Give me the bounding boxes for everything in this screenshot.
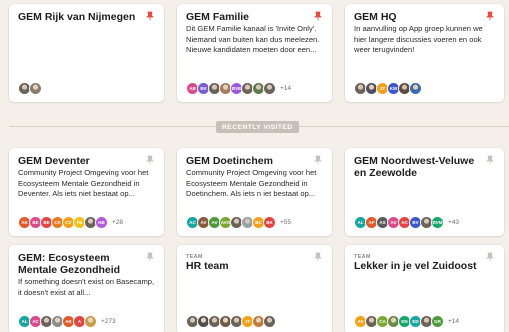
avatar-list: JT — [186, 315, 276, 328]
pin-icon[interactable] — [485, 252, 495, 262]
avatar-list: AC AV AV AVO BC BK +55 — [186, 216, 291, 229]
project-title: GEM Noordwest-Veluwe en Zeewolde — [354, 155, 475, 179]
project-description: Community Project Omgeving voor het Ecos… — [18, 168, 149, 198]
avatar[interactable]: GR — [431, 315, 444, 328]
project-title: GEM Rijk van Nijmegen — [18, 11, 136, 23]
pin-icon[interactable] — [313, 11, 323, 21]
avatar-list: AL AC AK A +273 — [18, 315, 116, 328]
pin-icon[interactable] — [145, 252, 155, 262]
project-title: GEM Familie — [186, 11, 250, 23]
avatar-list: AV CA EN ED GR +14 — [354, 315, 459, 328]
more-members-count[interactable]: +43 — [448, 219, 459, 226]
avatar-list — [18, 82, 42, 95]
avatar-list: AL AF AS AV AC BV BVM +43 — [354, 216, 459, 229]
project-title: HR team — [186, 260, 229, 272]
avatar[interactable] — [409, 82, 422, 95]
project-card-gem-ecosysteem[interactable]: GEM: Ecosysteem Mentale Gezondheid If so… — [9, 245, 164, 332]
project-card-gem-rijk-van-nijmegen[interactable]: GEM Rijk van Nijmegen — [9, 4, 164, 102]
pin-icon[interactable] — [485, 155, 495, 165]
pin-icon[interactable] — [145, 11, 155, 21]
avatar[interactable] — [29, 82, 42, 95]
project-title: GEM: Ecosysteem Mentale Gezondheid — [18, 252, 121, 276]
more-members-count[interactable]: +14 — [280, 85, 291, 92]
project-description: Dit GEM Familie kanaal is 'Invite Only'.… — [186, 24, 320, 54]
more-members-count[interactable]: +28 — [112, 219, 123, 226]
avatar-list: AB BK BVE +14 — [186, 82, 291, 95]
more-members-count[interactable]: +55 — [280, 219, 291, 226]
project-description: Community Project Omgeving voor het Ecos… — [186, 168, 317, 198]
avatar[interactable]: BVM — [431, 216, 444, 229]
pin-icon[interactable] — [313, 252, 323, 262]
project-card-gem-doetinchem[interactable]: GEM Doetinchem Community Project Omgevin… — [177, 148, 332, 236]
project-description: In aanvulling op App groep kunnen we hie… — [354, 24, 483, 54]
project-title: GEM Deventer — [18, 155, 90, 167]
avatar[interactable] — [263, 315, 276, 328]
avatar[interactable]: BK — [263, 216, 276, 229]
project-description: If something doesn't exist on Basecamp, … — [18, 277, 155, 297]
pin-icon[interactable] — [485, 11, 495, 21]
avatar[interactable] — [84, 315, 97, 328]
project-card-lekker-in-je-vel[interactable]: TEAM Lekker in je vel Zuidoost AV CA EN … — [345, 245, 504, 332]
pin-icon[interactable] — [145, 155, 155, 165]
project-card-gem-deventer[interactable]: GEM Deventer Community Project Omgeving … — [9, 148, 164, 236]
more-members-count[interactable]: +273 — [101, 318, 116, 325]
avatar-list: JT KW — [354, 82, 422, 95]
project-card-gem-hq[interactable]: GEM HQ In aanvulling op App groep kunnen… — [345, 4, 504, 102]
avatar[interactable]: HB — [95, 216, 108, 229]
project-card-hr-team[interactable]: TEAM HR team JT — [177, 245, 332, 332]
section-label-recently-visited: RECENTLY VISITED — [216, 121, 299, 133]
avatar-list: AK BE BE CK CV FE HB +28 — [18, 216, 123, 229]
more-members-count[interactable]: +14 — [448, 318, 459, 325]
project-card-gem-familie[interactable]: GEM Familie Dit GEM Familie kanaal is 'I… — [177, 4, 332, 102]
project-title: GEM HQ — [354, 11, 397, 23]
avatar[interactable] — [263, 82, 276, 95]
project-title: Lekker in je vel Zuidoost — [354, 260, 477, 272]
project-card-gem-noordwest-veluwe[interactable]: GEM Noordwest-Veluwe en Zeewolde AL AF A… — [345, 148, 504, 236]
pin-icon[interactable] — [313, 155, 323, 165]
project-title: GEM Doetinchem — [186, 155, 273, 167]
